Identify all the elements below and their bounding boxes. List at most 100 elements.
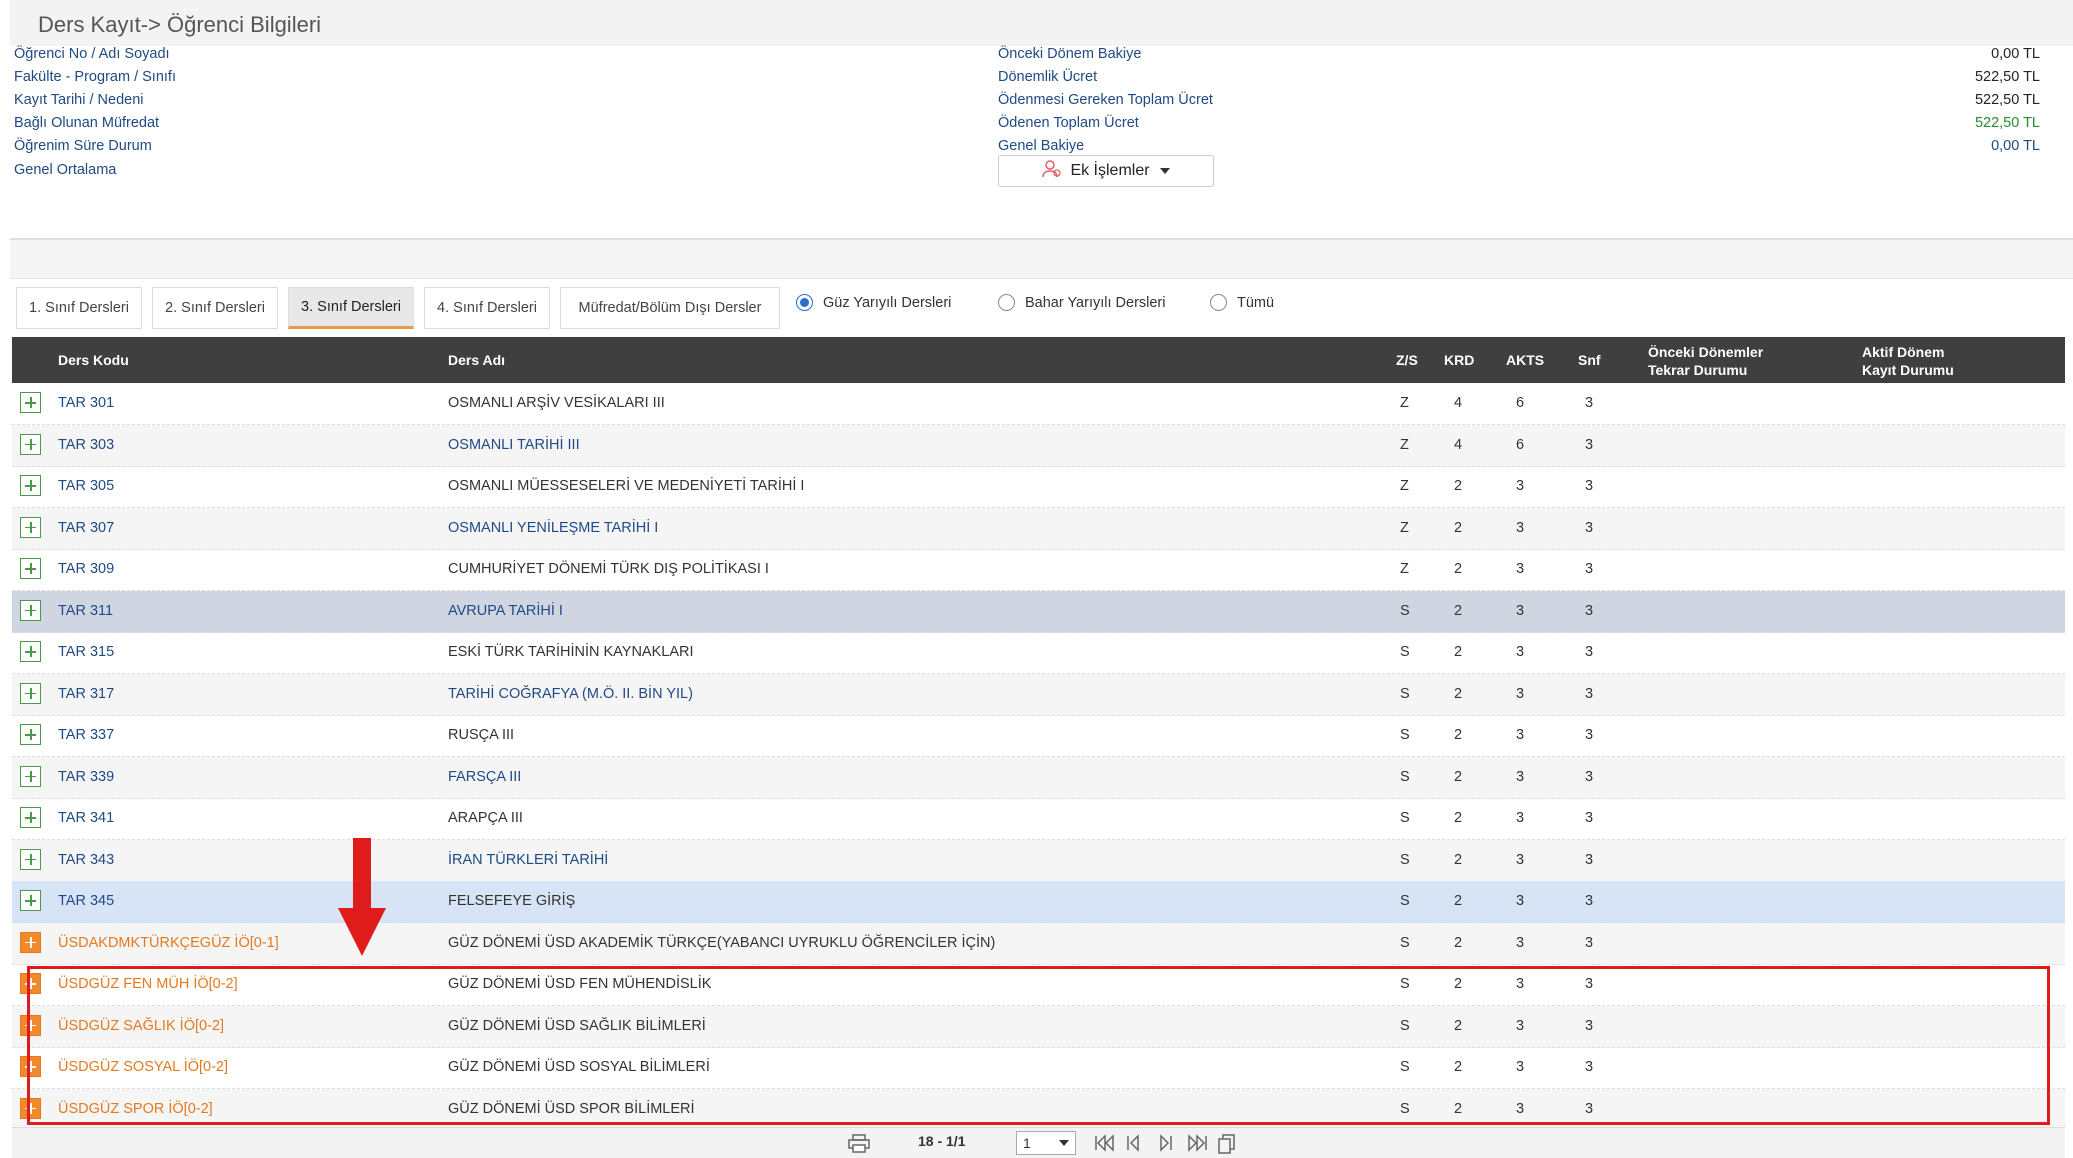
table-row[interactable]: ÜSDAKDMKTÜRKÇEGÜZ İÖ[0-1] GÜZ DÖNEMİ ÜSD … (12, 922, 2065, 965)
tab-class-2[interactable]: 2. Sınıf Dersleri (152, 287, 278, 329)
course-code-link[interactable]: TAR 307 (58, 520, 114, 536)
expand-icon[interactable] (20, 682, 41, 704)
expand-icon[interactable] (20, 433, 41, 455)
course-code-link[interactable]: TAR 341 (58, 810, 114, 826)
course-snf: 3 (1585, 561, 1594, 577)
header-akts: AKTS (1506, 352, 1545, 368)
course-code-link[interactable]: TAR 309 (58, 561, 114, 577)
expand-icon[interactable] (20, 392, 41, 413)
course-code-link[interactable]: TAR 343 (58, 852, 114, 868)
table-row[interactable]: TAR 317 TARİHİ COĞRAFYA (M.Ö. II. BİN YIL… (12, 673, 2065, 716)
course-name: RUSÇA III (448, 727, 515, 743)
course-name: ARAPÇA III (448, 810, 523, 826)
course-krd: 2 (1454, 727, 1463, 743)
expand-icon[interactable] (20, 1097, 41, 1119)
course-code-link[interactable]: ÜSDAKDMKTÜRKÇEGÜZ İÖ[0-1] (58, 935, 279, 951)
tab-class-4[interactable]: 4. Sınıf Dersleri (424, 287, 550, 329)
table-row[interactable]: ÜSDGÜZ SPOR İÖ[0-2] GÜZ DÖNEMİ ÜSD SPOR B… (12, 1088, 2065, 1131)
course-code-link[interactable]: TAR 317 (58, 686, 114, 702)
course-code-link[interactable]: TAR 311 (58, 603, 113, 619)
radio-circle (998, 294, 1015, 311)
course-name[interactable]: OSMANLI TARİHİ III (448, 437, 580, 453)
table-row[interactable]: TAR 315 ESKİ TÜRK TARİHİNİN KAYNAKLARI S 2 3… (12, 632, 2065, 674)
course-code-link[interactable]: TAR 305 (58, 478, 114, 494)
course-code-link[interactable]: ÜSDGÜZ SOSYAL İÖ[0-2] (58, 1059, 228, 1075)
course-name[interactable]: İRAN TÜRKLERİ TARİHİ (448, 852, 608, 868)
table-row[interactable]: TAR 339 FARSÇA III S 2 3 3 (12, 756, 2065, 799)
course-zs: Z (1400, 436, 1409, 453)
table-row[interactable]: TAR 305 OSMANLI MÜESSESELERİ VE MEDENİYET… (12, 466, 2065, 508)
copy-icon[interactable] (1218, 1134, 1236, 1158)
header-name: Ders Adı (448, 352, 506, 368)
last-page-icon[interactable] (1186, 1134, 1208, 1156)
table-row[interactable]: TAR 341 ARAPÇA III S 2 3 3 (12, 798, 2065, 840)
table-row[interactable]: TAR 303 OSMANLI TARİHİ III Z 4 6 3 (12, 424, 2065, 467)
table-row[interactable]: TAR 345 FELSEFEYE GİRİŞ S 2 3 3 (12, 881, 2065, 923)
expand-icon[interactable] (20, 890, 41, 911)
course-snf: 3 (1585, 519, 1594, 536)
prev-page-icon[interactable] (1126, 1134, 1142, 1156)
course-code-link[interactable]: ÜSDGÜZ SAĞLIK İÖ[0-2] (58, 1018, 224, 1034)
course-code-link[interactable]: TAR 345 (58, 893, 114, 909)
table-header: Ders Kodu Ders Adı Z/S KRD AKTS Snf Önce… (12, 337, 2065, 383)
radio-guz[interactable]: Güz Yarıyılı Dersleri (796, 294, 951, 311)
course-code-link[interactable]: TAR 301 (58, 395, 114, 411)
course-akts: 3 (1516, 602, 1525, 619)
course-name[interactable]: TARİHİ COĞRAFYA (M.Ö. II. BİN YIL) (448, 686, 693, 702)
expand-icon[interactable] (20, 765, 41, 787)
course-code-link[interactable]: TAR 303 (58, 437, 114, 453)
page-select[interactable]: 1 (1016, 1131, 1076, 1155)
course-name: GÜZ DÖNEMİ ÜSD AKADEMİK TÜRKÇE(YABANCI U… (448, 934, 996, 951)
first-page-icon[interactable] (1094, 1134, 1116, 1156)
expand-icon[interactable] (20, 641, 41, 662)
course-krd: 2 (1454, 644, 1463, 660)
expand-icon[interactable] (20, 516, 41, 538)
table-row[interactable]: ÜSDGÜZ SOSYAL İÖ[0-2] GÜZ DÖNEMİ ÜSD SOSY… (12, 1047, 2065, 1089)
expand-icon[interactable] (20, 558, 41, 579)
table-row[interactable]: TAR 311 AVRUPA TARİHİ I S 2 3 3 (12, 590, 2065, 633)
course-zs: S (1400, 851, 1410, 868)
tab-out-of-curriculum[interactable]: Müfredat/Bölüm Dışı Dersler (560, 287, 780, 329)
print-icon[interactable] (848, 1134, 870, 1158)
expand-icon[interactable] (20, 475, 41, 496)
course-code-link[interactable]: ÜSDGÜZ FEN MÜH İÖ[0-2] (58, 976, 238, 992)
course-code-link[interactable]: ÜSDGÜZ SPOR İÖ[0-2] (58, 1101, 213, 1117)
course-zs: Z (1400, 395, 1409, 411)
table-row[interactable]: TAR 301 OSMANLI ARŞİV VESİKALARI III Z 4 6 3 (12, 383, 2065, 425)
expand-icon[interactable] (20, 973, 41, 994)
chevron-down-icon (1059, 1140, 1069, 1146)
info-label-total-due: Ödenmesi Gereken Toplam Ücret (998, 92, 1213, 108)
ek-islemler-button[interactable]: Ek İşlemler (998, 155, 1214, 187)
expand-icon[interactable] (20, 807, 41, 828)
title-bar: Ders Kayıt-> Öğrenci Bilgileri (10, 0, 2073, 47)
expand-icon[interactable] (20, 1056, 41, 1077)
course-zs: S (1400, 1100, 1410, 1117)
header-prev-terms: Önceki Dönemler Tekrar Durumu (1648, 343, 1763, 379)
table-row[interactable]: TAR 337 RUSÇA III S 2 3 3 (12, 715, 2065, 757)
tab-class-3[interactable]: 3. Sınıf Dersleri (288, 287, 414, 329)
expand-icon[interactable] (20, 931, 41, 953)
course-snf: 3 (1585, 436, 1594, 453)
course-name[interactable]: FARSÇA III (448, 769, 521, 785)
course-name[interactable]: AVRUPA TARİHİ I (448, 603, 563, 619)
expand-icon[interactable] (20, 599, 41, 621)
course-code-link[interactable]: TAR 315 (58, 644, 114, 660)
table-row[interactable]: TAR 343 İRAN TÜRKLERİ TARİHİ S 2 3 3 (12, 839, 2065, 882)
info-value-total-paid: 522,50 TL (1974, 115, 2040, 131)
expand-icon[interactable] (20, 724, 41, 745)
course-name[interactable]: OSMANLI YENİLEŞME TARİHİ I (448, 520, 658, 536)
expand-icon[interactable] (20, 848, 41, 870)
course-code-link[interactable]: TAR 337 (58, 727, 114, 743)
table-row[interactable]: ÜSDGÜZ FEN MÜH İÖ[0-2] GÜZ DÖNEMİ ÜSD FEN… (12, 964, 2065, 1006)
course-code-link[interactable]: TAR 339 (58, 769, 114, 785)
table-row[interactable]: TAR 309 CUMHURİYET DÖNEMİ TÜRK DIŞ POLİTİ… (12, 549, 2065, 591)
radio-bahar[interactable]: Bahar Yarıyılı Dersleri (998, 294, 1165, 311)
table-row[interactable]: ÜSDGÜZ SAĞLIK İÖ[0-2] GÜZ DÖNEMİ ÜSD SAĞL… (12, 1005, 2065, 1048)
course-zs: S (1400, 976, 1410, 992)
radio-tumu[interactable]: Tümü (1210, 294, 1274, 311)
course-snf: 3 (1585, 685, 1594, 702)
expand-icon[interactable] (20, 1014, 41, 1036)
table-row[interactable]: TAR 307 OSMANLI YENİLEŞME TARİHİ I Z 2 3 3 (12, 507, 2065, 550)
tab-class-1[interactable]: 1. Sınıf Dersleri (16, 287, 142, 329)
next-page-icon[interactable] (1158, 1134, 1174, 1156)
